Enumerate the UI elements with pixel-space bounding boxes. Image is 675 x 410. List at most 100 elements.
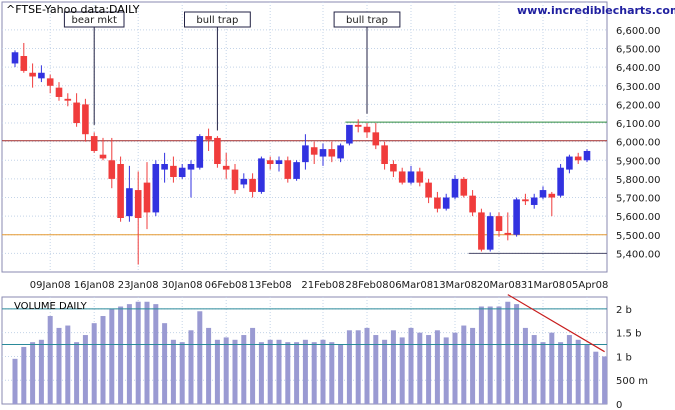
candle-body xyxy=(231,169,239,191)
candle-body xyxy=(319,149,327,157)
x-tick-label: 28Feb08 xyxy=(345,280,388,291)
volume-bar xyxy=(373,335,379,404)
volume-bar xyxy=(461,325,467,404)
candle-body xyxy=(143,182,151,213)
volume-bar xyxy=(302,339,308,404)
volume-bar xyxy=(329,342,335,404)
candle-body xyxy=(574,156,582,161)
candle-body xyxy=(495,216,503,232)
candle-body xyxy=(442,197,450,209)
candle-body xyxy=(275,160,283,164)
volume-bar xyxy=(162,323,168,404)
candle-body xyxy=(29,72,36,77)
volume-bar xyxy=(496,306,502,404)
volume-bar xyxy=(91,323,97,404)
x-tick-label: 09Jan08 xyxy=(30,280,71,291)
price-y-axis: 5,400.00 5,500.00 5,600.00 5,700.00 5,800.00… xyxy=(616,26,661,260)
volume-bar xyxy=(320,339,326,404)
price-tick-label: 5,600.00 xyxy=(616,212,661,223)
volume-bar xyxy=(258,342,264,404)
candle-body xyxy=(504,232,512,235)
candle-body xyxy=(451,178,459,198)
volume-bar xyxy=(417,332,423,404)
volume-bar xyxy=(487,306,493,404)
volume-bar xyxy=(82,335,88,404)
candle-body xyxy=(398,171,406,183)
candle-body xyxy=(152,164,160,213)
candle-body xyxy=(266,160,274,164)
candle-body xyxy=(117,164,124,218)
candle-body xyxy=(310,147,318,155)
volume-bar xyxy=(294,342,300,404)
volume-bar xyxy=(443,337,449,404)
volume-bar xyxy=(549,332,555,404)
candle-body xyxy=(134,190,142,218)
volume-bar xyxy=(531,335,537,404)
volume-bar xyxy=(575,339,581,404)
volume-bar xyxy=(558,342,564,404)
volume-bar xyxy=(232,339,238,404)
volume-bar xyxy=(109,308,115,404)
volume-bar xyxy=(118,306,124,404)
candle-body xyxy=(302,145,309,163)
volume-tick-label: 0 xyxy=(616,400,622,410)
candle-body xyxy=(566,156,573,170)
volume-tick-label: 1.5 b xyxy=(616,329,641,340)
price-tick-label: 5,900.00 xyxy=(616,156,661,167)
volume-tick-label: 500 m xyxy=(616,376,648,387)
annotation-label: bull trap xyxy=(196,15,238,26)
volume-bar xyxy=(250,327,256,404)
volume-bar xyxy=(346,330,352,404)
candle-body xyxy=(513,199,520,235)
volume-bar xyxy=(505,301,511,404)
volume-bar xyxy=(214,339,220,404)
candle-body xyxy=(539,190,547,198)
candle-body xyxy=(548,193,556,198)
candle-body xyxy=(328,149,336,157)
volume-bar xyxy=(65,325,71,404)
candle-body xyxy=(222,165,230,170)
annotation-label: bear mkt xyxy=(72,15,117,26)
price-tick-label: 6,500.00 xyxy=(616,45,661,56)
stock-chart: bear mkt bull trap bull trap 5,400.00 5,500… xyxy=(1,1,675,410)
price-tick-label: 5,500.00 xyxy=(616,231,661,242)
candle-body xyxy=(64,98,72,101)
candle-body xyxy=(214,137,221,164)
volume-bar xyxy=(30,342,36,404)
x-tick-label: 31Mar08 xyxy=(521,280,565,291)
x-tick-label: 30Jan08 xyxy=(162,280,203,291)
volume-tick-label: 1 b xyxy=(616,352,632,363)
x-tick-label: 20Mar08 xyxy=(477,280,521,291)
x-tick-label: 06Feb08 xyxy=(205,280,248,291)
price-tick-label: 5,800.00 xyxy=(616,175,661,186)
volume-bar xyxy=(540,342,546,404)
candle-body xyxy=(90,136,98,151)
volume-bar xyxy=(241,335,247,404)
volume-bar xyxy=(311,342,317,404)
volume-bar xyxy=(276,339,282,404)
x-tick-label: 23Jan08 xyxy=(118,280,159,291)
candle-body xyxy=(381,145,388,164)
volume-bar xyxy=(470,327,476,404)
volume-bar xyxy=(452,332,458,404)
candle-body xyxy=(46,78,54,86)
volume-bar xyxy=(364,327,370,404)
volume-bar xyxy=(478,306,484,404)
volume-bar xyxy=(47,316,53,404)
price-tick-label: 5,700.00 xyxy=(616,194,661,205)
candle-body xyxy=(557,167,564,196)
candle-body xyxy=(240,178,248,185)
volume-bar xyxy=(206,327,212,404)
price-tick-label: 6,400.00 xyxy=(616,63,661,74)
volume-bar xyxy=(153,304,159,404)
volume-bar xyxy=(602,356,608,404)
volume-bar xyxy=(267,339,273,404)
candle-body xyxy=(38,72,45,79)
volume-bar xyxy=(223,337,229,404)
volume-bar xyxy=(100,316,106,404)
volume-bar xyxy=(522,327,528,404)
x-tick-label: 13Feb08 xyxy=(249,280,292,291)
candle-body xyxy=(293,162,300,179)
volume-tick-label: 2 b xyxy=(616,305,632,316)
candle-body xyxy=(20,56,28,71)
